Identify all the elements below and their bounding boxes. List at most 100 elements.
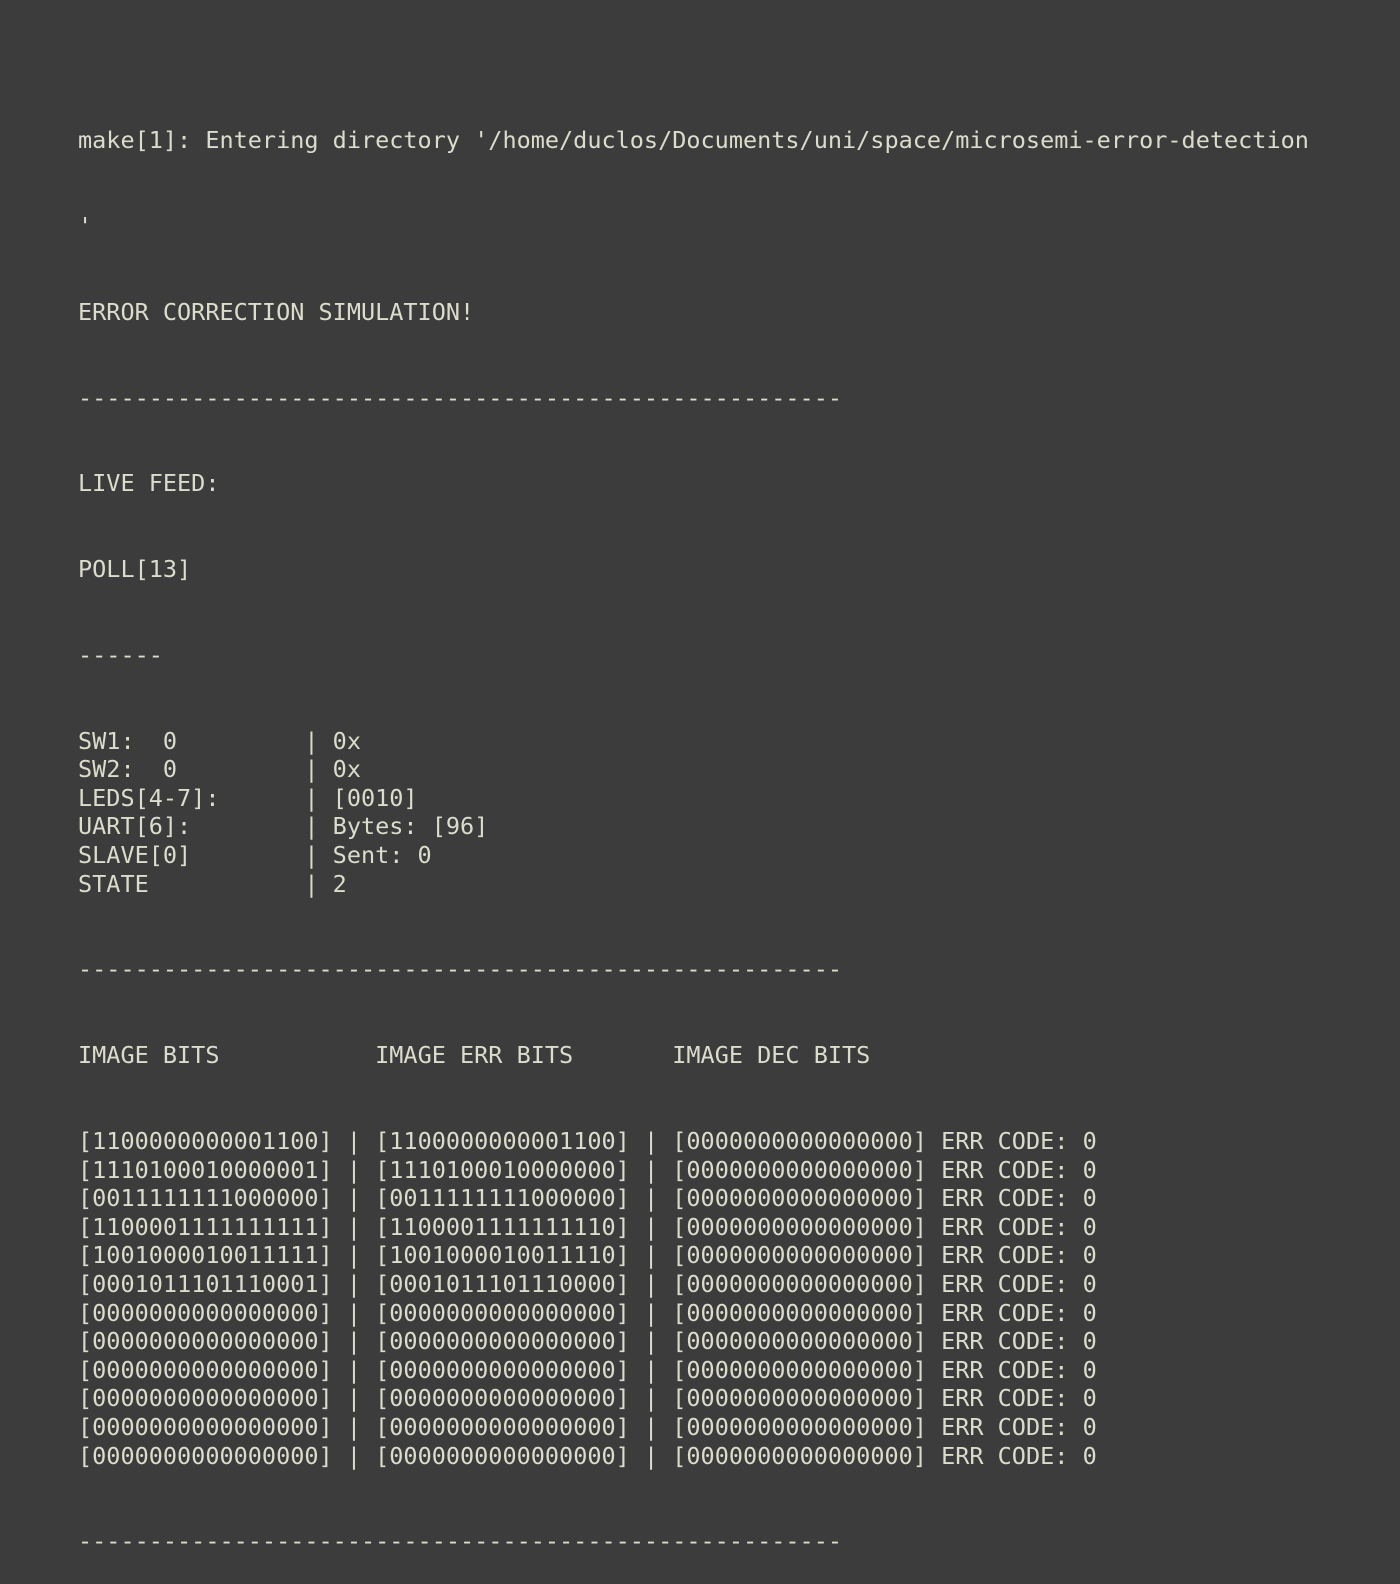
status-value: 0x (332, 755, 361, 784)
column-separator: | (332, 1441, 376, 1470)
column-separator: | (304, 783, 333, 812)
image-bits-cell: [1110100010000001] (78, 1155, 333, 1184)
image-bits-cell: [1100000000001100] (78, 1126, 333, 1155)
status-row: SW1: 0 | 0x (78, 727, 1378, 756)
err-code-value: 0 (1082, 1298, 1097, 1327)
bits-row: [0000000000000000] | [0000000000000000] … (78, 1442, 1378, 1471)
column-separator: | (629, 1212, 673, 1241)
image-err-bits-cell: [0000000000000000] (375, 1298, 630, 1327)
bits-table: [1100000000001100] | [1100000000001100] … (78, 1127, 1378, 1470)
bits-row: [0011111111000000] | [0011111111000000] … (78, 1184, 1378, 1213)
status-label: UART[6]: (78, 812, 305, 841)
bits-row: [0000000000000000] | [0000000000000000] … (78, 1299, 1378, 1328)
bits-row: [0000000000000000] | [0000000000000000] … (78, 1384, 1378, 1413)
column-separator: | (304, 812, 333, 841)
status-row: SW2: 0 | 0x (78, 755, 1378, 784)
status-label: SW2: 0 (78, 755, 305, 784)
column-separator: | (304, 841, 333, 870)
err-code-value: 0 (1082, 1241, 1097, 1270)
err-code-label: ERR CODE: (926, 1298, 1083, 1327)
status-label: SLAVE[0] (78, 841, 305, 870)
err-code-label: ERR CODE: (926, 1441, 1083, 1470)
bits-row: [0001011101110001] | [0001011101110000] … (78, 1270, 1378, 1299)
image-bits-cell: [0011111111000000] (78, 1184, 333, 1213)
column-separator: | (304, 869, 333, 898)
image-dec-bits-cell: [0000000000000000] (672, 1241, 927, 1270)
terminal-output[interactable]: make[1]: Entering directory '/home/duclo… (78, 69, 1378, 1584)
image-bits-cell: [0001011101110001] (78, 1269, 333, 1298)
separator-line: ----------------------------------------… (78, 955, 843, 984)
status-value: 2 (332, 869, 347, 898)
column-separator: | (332, 1384, 376, 1413)
column-separator: | (332, 1327, 376, 1356)
status-value: [0010] (332, 783, 418, 812)
err-code-label: ERR CODE: (926, 1269, 1083, 1298)
image-bits-cell: [0000000000000000] (78, 1298, 333, 1327)
err-code-value: 0 (1082, 1269, 1097, 1298)
status-value: 0x (332, 726, 361, 755)
column-separator: | (629, 1155, 673, 1184)
image-dec-bits-cell: [0000000000000000] (672, 1184, 927, 1213)
image-dec-bits-cell: [0000000000000000] (672, 1384, 927, 1413)
column-separator: | (332, 1126, 376, 1155)
image-bits-cell: [0000000000000000] (78, 1384, 333, 1413)
simulation-title: ERROR CORRECTION SIMULATION! (78, 297, 475, 326)
image-err-bits-cell: [0000000000000000] (375, 1412, 630, 1441)
column-separator: | (629, 1384, 673, 1413)
poll-label: POLL[13] (78, 555, 192, 584)
separator-line: ----------------------------------------… (78, 383, 843, 412)
status-row: UART[6]: | Bytes: [96] (78, 812, 1378, 841)
make-entering-line-wrap: ' (78, 211, 93, 240)
bits-row: [0000000000000000] | [0000000000000000] … (78, 1356, 1378, 1385)
err-code-label: ERR CODE: (926, 1384, 1083, 1413)
image-err-bits-cell: [0000000000000000] (375, 1355, 630, 1384)
image-err-bits-cell: [1001000010011110] (375, 1241, 630, 1270)
column-separator: | (629, 1327, 673, 1356)
column-separator: | (332, 1298, 376, 1327)
err-code-label: ERR CODE: (926, 1212, 1083, 1241)
image-err-bits-cell: [0000000000000000] (375, 1327, 630, 1356)
image-dec-bits-cell: [0000000000000000] (672, 1412, 927, 1441)
image-err-bits-cell: [0000000000000000] (375, 1441, 630, 1470)
column-separator: | (332, 1155, 376, 1184)
column-separator: | (629, 1269, 673, 1298)
image-err-bits-cell: [0001011101110000] (375, 1269, 630, 1298)
image-bits-cell: [0000000000000000] (78, 1327, 333, 1356)
bits-row: [0000000000000000] | [0000000000000000] … (78, 1413, 1378, 1442)
column-separator: | (629, 1184, 673, 1213)
image-dec-bits-cell: [0000000000000000] (672, 1269, 927, 1298)
column-separator: | (629, 1298, 673, 1327)
column-separator: | (629, 1241, 673, 1270)
err-code-value: 0 (1082, 1355, 1097, 1384)
status-row: STATE | 2 (78, 870, 1378, 899)
err-code-label: ERR CODE: (926, 1241, 1083, 1270)
status-row: LEDS[4-7]: | [0010] (78, 784, 1378, 813)
bits-header-row: IMAGE BITS IMAGE ERR BITS IMAGE DEC BITS (78, 1041, 1378, 1070)
err-code-label: ERR CODE: (926, 1355, 1083, 1384)
err-code-label: ERR CODE: (926, 1184, 1083, 1213)
err-code-value: 0 (1082, 1441, 1097, 1470)
image-dec-bits-cell: [0000000000000000] (672, 1155, 927, 1184)
column-separator: | (332, 1241, 376, 1270)
image-bits-cell: [1100001111111111] (78, 1212, 333, 1241)
image-err-bits-cell: [0011111111000000] (375, 1184, 630, 1213)
image-err-bits-cell: [0000000000000000] (375, 1384, 630, 1413)
image-dec-bits-cell: [0000000000000000] (672, 1355, 927, 1384)
column-separator: | (304, 726, 333, 755)
bits-row: [1001000010011111] | [1001000010011110] … (78, 1241, 1378, 1270)
image-dec-bits-cell: [0000000000000000] (672, 1298, 927, 1327)
column-separator: | (629, 1412, 673, 1441)
err-code-value: 0 (1082, 1126, 1097, 1155)
status-label: STATE (78, 869, 305, 898)
status-label: SW1: 0 (78, 726, 305, 755)
err-code-label: ERR CODE: (926, 1327, 1083, 1356)
err-code-value: 0 (1082, 1412, 1097, 1441)
live-feed-label: LIVE FEED: (78, 469, 220, 498)
err-code-value: 0 (1082, 1212, 1097, 1241)
image-bits-cell: [0000000000000000] (78, 1355, 333, 1384)
bits-row: [1100001111111111] | [1100001111111110] … (78, 1213, 1378, 1242)
status-row: SLAVE[0] | Sent: 0 (78, 841, 1378, 870)
err-code-label: ERR CODE: (926, 1155, 1083, 1184)
column-separator: | (332, 1412, 376, 1441)
make-entering-line: make[1]: Entering directory '/home/duclo… (78, 126, 1309, 155)
